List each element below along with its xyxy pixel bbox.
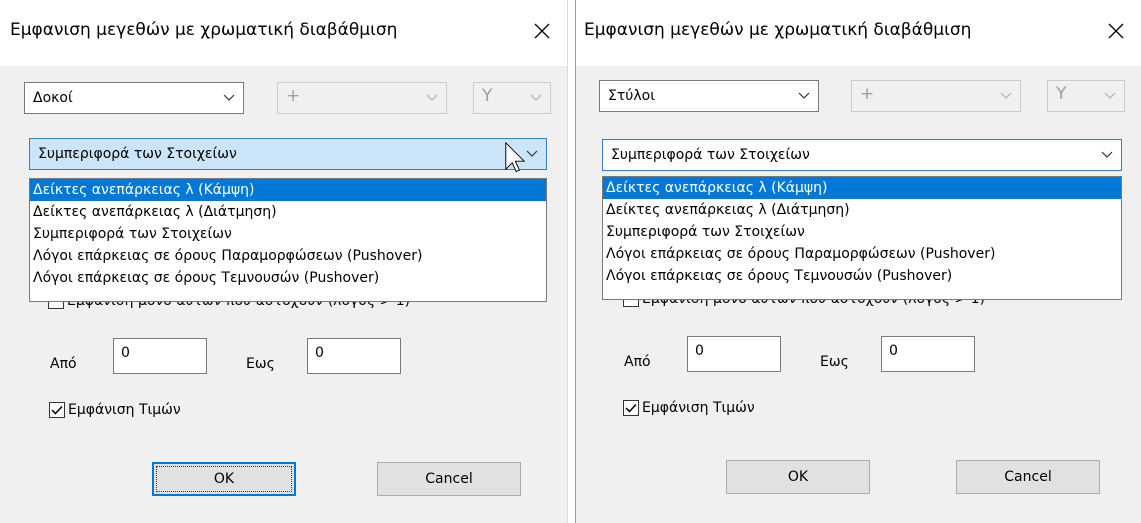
chevron-down-icon xyxy=(1104,92,1116,99)
dropdown-option-deformation-pushover[interactable]: Λόγοι επάρκειας σε όρους Παραμορφώσεων (… xyxy=(603,243,1121,265)
from-input[interactable]: 0 xyxy=(687,336,781,372)
title-bar: Εμφανιση μεγεθών με χρωματική διαβάθμιση xyxy=(576,0,1141,66)
show-values-checkbox-row[interactable]: Εμφάνιση Τιμών xyxy=(49,402,181,418)
operator-combo[interactable]: + xyxy=(277,82,447,114)
dropdown-option-shear-pushover[interactable]: Λόγοι επάρκειας σε όρους Τεμνουσών (Push… xyxy=(603,265,1121,287)
checkmark-icon xyxy=(625,403,637,413)
ok-label: OK xyxy=(787,469,809,485)
cancel-label: Cancel xyxy=(425,471,473,487)
show-values-checkbox-row[interactable]: Εμφάνιση Τιμών xyxy=(623,400,755,416)
failing-only-checkbox-row[interactable]: Εμφάνιση μόνο αυτών που αστοχούν (λόγος … xyxy=(623,298,985,314)
title-bar: Εμφανιση μεγεθών με χρωματική διαβάθμιση xyxy=(0,0,567,66)
dropdown-option-behavior[interactable]: Συμπεριφορά των Στοιχείων xyxy=(603,221,1121,243)
cancel-button[interactable]: Cancel xyxy=(377,462,521,496)
dropdown-option-bending[interactable]: Δείκτες ανεπάρκειας λ (Κάμψη) xyxy=(30,179,546,201)
failing-only-checkbox-row[interactable]: Εμφάνιση μόνο αυτών που αστοχούν (λόγος … xyxy=(48,300,410,316)
from-input[interactable]: 0 xyxy=(113,338,207,374)
category-dropdown-list: Δείκτες ανεπάρκειας λ (Κάμψη) Δείκτες αν… xyxy=(602,176,1122,300)
chevron-down-icon xyxy=(1000,92,1012,99)
to-input[interactable]: 0 xyxy=(881,336,975,372)
dropdown-option-behavior[interactable]: Συμπεριφορά των Στοιχείων xyxy=(30,223,546,245)
operator-value: + xyxy=(860,84,875,104)
dropdown-option-bending[interactable]: Δείκτες ανεπάρκειας λ (Κάμψη) xyxy=(603,177,1121,199)
from-label: Από xyxy=(50,356,77,372)
to-label: Εως xyxy=(820,354,849,370)
dropdown-option-shear[interactable]: Δείκτες ανεπάρκειας λ (Διάτμηση) xyxy=(603,199,1121,221)
show-values-label: Εμφάνιση Τιμών xyxy=(642,400,755,416)
operator-value: + xyxy=(286,86,301,106)
close-icon xyxy=(534,23,550,39)
dialog-title: Εμφανιση μεγεθών με χρωματική διαβάθμιση xyxy=(584,20,972,40)
category-combo[interactable]: Συμπεριφορά των Στοιχείων xyxy=(29,138,547,170)
from-label: Από xyxy=(624,354,651,370)
ok-button[interactable]: OK xyxy=(152,462,296,496)
chevron-down-icon xyxy=(1101,151,1113,158)
to-input[interactable]: 0 xyxy=(307,338,401,374)
axis-combo[interactable]: Y xyxy=(473,82,551,114)
close-icon xyxy=(1108,23,1124,39)
element-type-value: Δοκοί xyxy=(33,90,73,106)
dialog-title: Εμφανιση μεγεθών με χρωματική διαβάθμιση xyxy=(10,20,398,40)
show-values-checkbox[interactable] xyxy=(623,400,639,416)
checkmark-icon xyxy=(51,405,63,415)
chevron-down-icon xyxy=(798,92,810,99)
element-type-value: Στύλοι xyxy=(608,88,655,104)
chevron-down-icon xyxy=(223,94,235,101)
dropdown-option-shear-pushover[interactable]: Λόγοι επάρκειας σε όρους Τεμνουσών (Push… xyxy=(30,267,546,289)
focus-rectangle xyxy=(156,466,292,492)
operator-combo[interactable]: + xyxy=(851,80,1021,112)
category-value: Συμπεριφορά των Στοιχείων xyxy=(611,147,810,163)
mouse-pointer-icon xyxy=(505,142,525,173)
chevron-down-icon xyxy=(526,150,538,157)
dropdown-option-shear[interactable]: Δείκτες ανεπάρκειας λ (Διάτμηση) xyxy=(30,201,546,223)
category-value: Συμπεριφορά των Στοιχείων xyxy=(38,146,237,162)
color-gradient-dialog-beams: Εμφανιση μεγεθών με χρωματική διαβάθμιση… xyxy=(0,0,568,523)
close-button[interactable] xyxy=(1099,16,1133,46)
cancel-label: Cancel xyxy=(1004,469,1052,485)
element-type-combo[interactable]: Στύλοι xyxy=(599,80,819,112)
close-button[interactable] xyxy=(525,16,559,46)
chevron-down-icon xyxy=(530,94,542,101)
axis-value: Y xyxy=(1056,84,1067,104)
show-values-checkbox[interactable] xyxy=(49,402,65,418)
dropdown-option-deformation-pushover[interactable]: Λόγοι επάρκειας σε όρους Παραμορφώσεων (… xyxy=(30,245,546,267)
chevron-down-icon xyxy=(426,94,438,101)
element-type-combo[interactable]: Δοκοί xyxy=(24,82,244,114)
category-dropdown-list: Δείκτες ανεπάρκειας λ (Κάμψη) Δείκτες αν… xyxy=(29,178,547,302)
to-label: Εως xyxy=(246,356,275,372)
show-values-label: Εμφάνιση Τιμών xyxy=(68,402,181,418)
ok-button[interactable]: OK xyxy=(726,460,870,494)
color-gradient-dialog-columns: Εμφανιση μεγεθών με χρωματική διαβάθμιση… xyxy=(575,0,1141,523)
category-combo[interactable]: Συμπεριφορά των Στοιχείων xyxy=(602,139,1122,171)
cancel-button[interactable]: Cancel xyxy=(956,460,1100,494)
axis-combo[interactable]: Y xyxy=(1047,80,1125,112)
axis-value: Y xyxy=(482,86,493,106)
